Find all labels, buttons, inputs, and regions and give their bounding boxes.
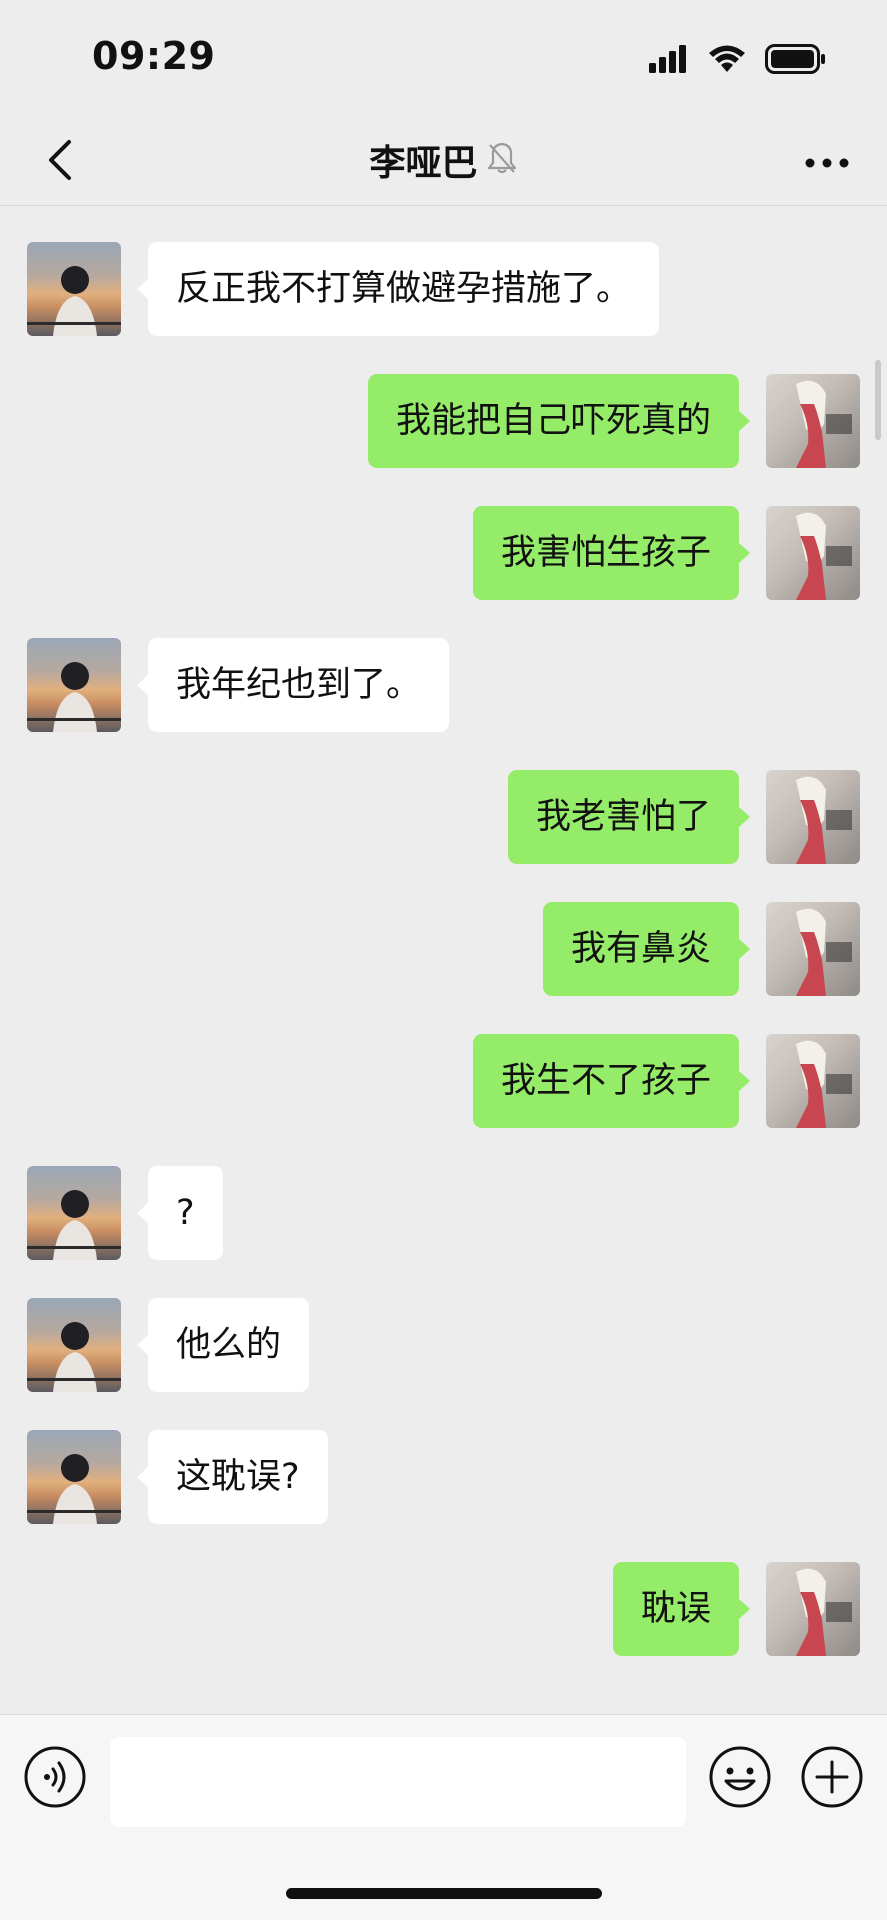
chat-title: 李哑巴 [369,143,478,184]
self-avatar[interactable] [766,1034,860,1128]
status-icons [649,44,827,78]
mute-bell-icon [486,141,518,179]
cellular-signal-icon [649,45,689,77]
sent-bubble[interactable]: 我老害怕了 [507,770,751,864]
received-bubble[interactable]: 反正我不打算做避孕措施了。 [136,242,660,336]
sent-bubble[interactable]: 我有鼻炎 [542,902,751,996]
home-indicator[interactable] [286,1888,602,1899]
more-button[interactable] [797,132,857,192]
received-bubble[interactable]: 他么的 [136,1298,310,1392]
emoji-button[interactable] [708,1745,772,1809]
message-row: 他么的 [0,1298,887,1392]
nav-title-group: 李哑巴 [0,134,887,186]
more-actions-button[interactable] [800,1745,864,1809]
voice-button[interactable] [23,1745,87,1809]
message-input[interactable] [110,1737,686,1827]
sent-bubble[interactable]: 我生不了孩子 [472,1034,751,1128]
message-row: 这耽误? [0,1430,887,1524]
self-avatar[interactable] [766,1562,860,1656]
self-avatar[interactable] [766,902,860,996]
sent-bubble[interactable]: 我能把自己吓死真的 [367,374,751,468]
wifi-icon [707,44,747,78]
contact-avatar[interactable] [27,1430,121,1524]
message-row: 我能把自己吓死真的 [0,374,887,468]
voice-icon [23,1746,87,1813]
more-dots-icon [805,153,849,172]
message-row: 我生不了孩子 [0,1034,887,1128]
message-row: 我老害怕了 [0,770,887,864]
message-row: 我年纪也到了。 [0,638,887,732]
received-bubble[interactable]: 这耽误? [137,1430,328,1524]
sent-bubble[interactable]: 耽误 [612,1562,751,1656]
emoji-icon [708,1746,772,1813]
self-avatar[interactable] [766,374,860,468]
contact-avatar[interactable] [27,242,121,336]
received-bubble[interactable]: ? [137,1166,223,1260]
plus-icon [800,1746,864,1813]
status-bar: 09:29 [0,0,887,118]
contact-avatar[interactable] [27,1166,121,1260]
sent-bubble[interactable]: 我害怕生孩子 [472,506,751,600]
message-row: 反正我不打算做避孕措施了。 [0,242,887,336]
self-avatar[interactable] [766,770,860,864]
battery-icon [765,44,827,78]
received-bubble[interactable]: 我年纪也到了。 [136,638,450,732]
nav-bar: 李哑巴 [0,118,887,206]
message-row: 耽误 [0,1562,887,1656]
chat-screen: 09:29 李哑巴 反正我不打算做避孕措施了。 我能把自己吓死真的 我害怕生孩子… [0,0,887,1920]
message-row: 我害怕生孩子 [0,506,887,600]
message-row: 我有鼻炎 [0,902,887,996]
message-row: ? [0,1166,887,1260]
self-avatar[interactable] [766,506,860,600]
status-time: 09:29 [92,34,216,78]
contact-avatar[interactable] [27,638,121,732]
contact-avatar[interactable] [27,1298,121,1392]
